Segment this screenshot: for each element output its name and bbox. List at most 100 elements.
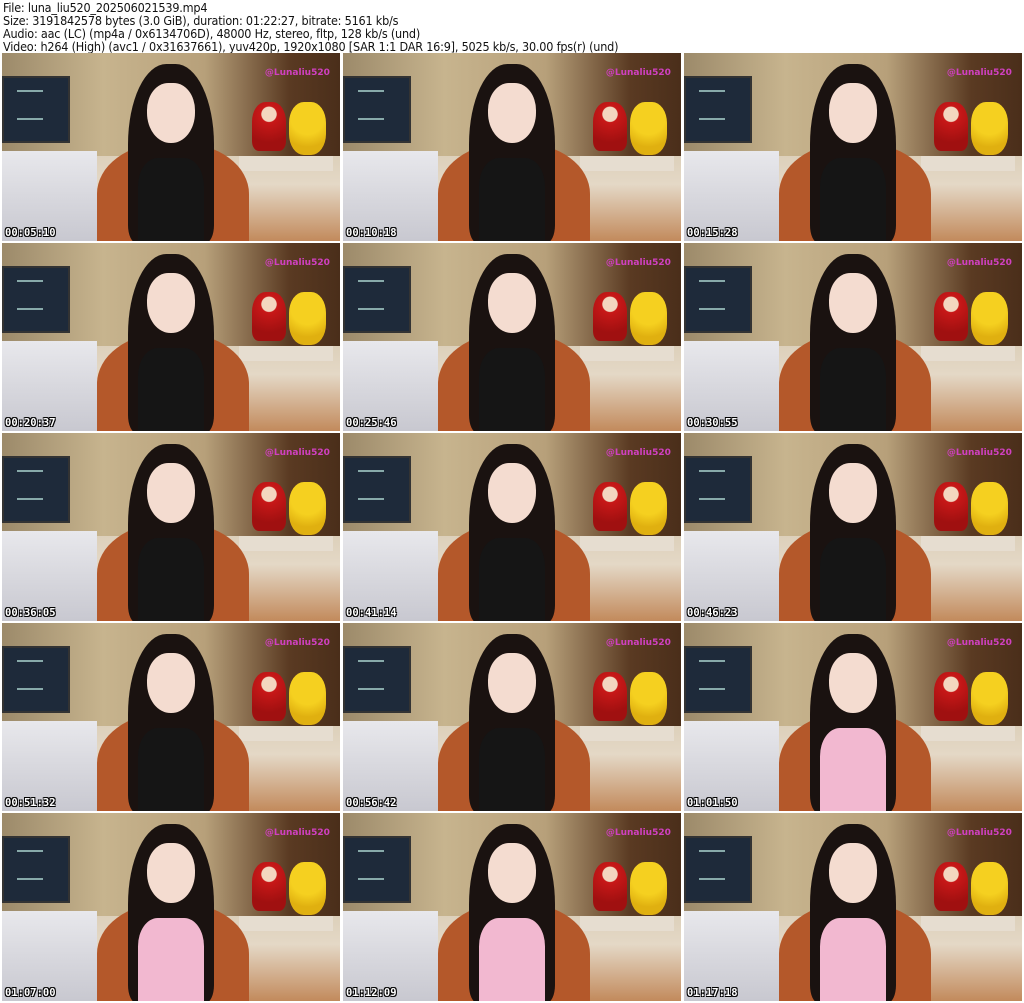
outfit: [819, 918, 887, 1001]
face: [488, 83, 536, 144]
watermark: @Lunaliu520: [605, 258, 671, 269]
video-thumbnail: @Lunaliu520 00:05:10: [2, 53, 340, 241]
monitor: [684, 265, 753, 334]
outfit: [478, 918, 546, 1001]
yellow-plush: [289, 481, 327, 535]
video-thumbnail: @Lunaliu520 00:36:05: [2, 433, 340, 621]
watermark: @Lunaliu520: [264, 448, 330, 459]
santa-plush: [252, 671, 286, 721]
person: [124, 254, 219, 431]
person: [806, 254, 901, 431]
watermark: @Lunaliu520: [264, 258, 330, 269]
video-thumbnail: @Lunaliu520 01:12:09: [343, 813, 681, 1001]
face: [488, 653, 536, 714]
face: [488, 273, 536, 334]
file-info-header: File: luna_liu520_202506021539.mp4 Size:…: [3, 1, 618, 53]
person: [806, 64, 901, 241]
face: [147, 273, 195, 334]
face: [147, 463, 195, 524]
yellow-plush: [971, 671, 1009, 725]
video-thumbnail: @Lunaliu520 00:30:55: [684, 243, 1022, 431]
face: [147, 843, 195, 904]
video-thumbnail: @Lunaliu520 01:07:00: [2, 813, 340, 1001]
monitor: [2, 455, 71, 524]
yellow-plush: [971, 291, 1009, 345]
watermark: @Lunaliu520: [605, 638, 671, 649]
timestamp: 01:07:00: [5, 987, 56, 999]
shelf: [579, 346, 675, 362]
person: [806, 824, 901, 1001]
timestamp: 00:46:23: [687, 607, 738, 619]
watermark: @Lunaliu520: [946, 258, 1012, 269]
shelf: [920, 536, 1016, 552]
face: [829, 273, 877, 334]
timestamp: 01:17:18: [687, 987, 738, 999]
watermark: @Lunaliu520: [605, 448, 671, 459]
outfit: [137, 158, 205, 241]
face: [147, 83, 195, 144]
face: [829, 843, 877, 904]
shelf: [238, 346, 334, 362]
santa-plush: [252, 291, 286, 341]
shelf: [238, 156, 334, 172]
yellow-plush: [289, 861, 327, 915]
outfit: [137, 918, 205, 1001]
santa-plush: [934, 861, 968, 911]
face: [829, 653, 877, 714]
yellow-plush: [630, 861, 668, 915]
outfit: [478, 728, 546, 811]
shelf: [579, 536, 675, 552]
face: [829, 463, 877, 524]
outfit: [819, 728, 887, 811]
yellow-plush: [971, 861, 1009, 915]
shelf: [579, 156, 675, 172]
person: [465, 254, 560, 431]
yellow-plush: [630, 101, 668, 155]
santa-plush: [252, 481, 286, 531]
timestamp: 00:10:18: [346, 227, 397, 239]
yellow-plush: [630, 671, 668, 725]
shelf: [920, 346, 1016, 362]
person: [806, 444, 901, 621]
outfit: [137, 538, 205, 621]
person: [465, 444, 560, 621]
shelf: [238, 726, 334, 742]
face: [488, 463, 536, 524]
watermark: @Lunaliu520: [605, 68, 671, 79]
monitor: [343, 835, 412, 904]
outfit: [478, 348, 546, 431]
video-thumbnail: @Lunaliu520 00:56:42: [343, 623, 681, 811]
santa-plush: [593, 671, 627, 721]
santa-plush: [593, 291, 627, 341]
timestamp: 01:01:50: [687, 797, 738, 809]
outfit: [478, 538, 546, 621]
face: [488, 843, 536, 904]
face: [147, 653, 195, 714]
shelf: [238, 536, 334, 552]
watermark: @Lunaliu520: [605, 828, 671, 839]
santa-plush: [593, 481, 627, 531]
timestamp: 01:12:09: [346, 987, 397, 999]
person: [806, 634, 901, 811]
shelf: [920, 916, 1016, 932]
santa-plush: [593, 101, 627, 151]
yellow-plush: [630, 291, 668, 345]
outfit: [819, 348, 887, 431]
monitor: [684, 75, 753, 144]
santa-plush: [934, 101, 968, 151]
outfit: [137, 728, 205, 811]
shelf: [920, 156, 1016, 172]
person: [124, 824, 219, 1001]
outfit: [137, 348, 205, 431]
monitor: [343, 265, 412, 334]
video-thumbnail: @Lunaliu520 00:25:46: [343, 243, 681, 431]
outfit: [478, 158, 546, 241]
shelf: [920, 726, 1016, 742]
timestamp: 00:15:28: [687, 227, 738, 239]
santa-plush: [252, 861, 286, 911]
santa-plush: [934, 291, 968, 341]
timestamp: 00:05:10: [5, 227, 56, 239]
shelf: [579, 726, 675, 742]
watermark: @Lunaliu520: [946, 638, 1012, 649]
person: [465, 634, 560, 811]
